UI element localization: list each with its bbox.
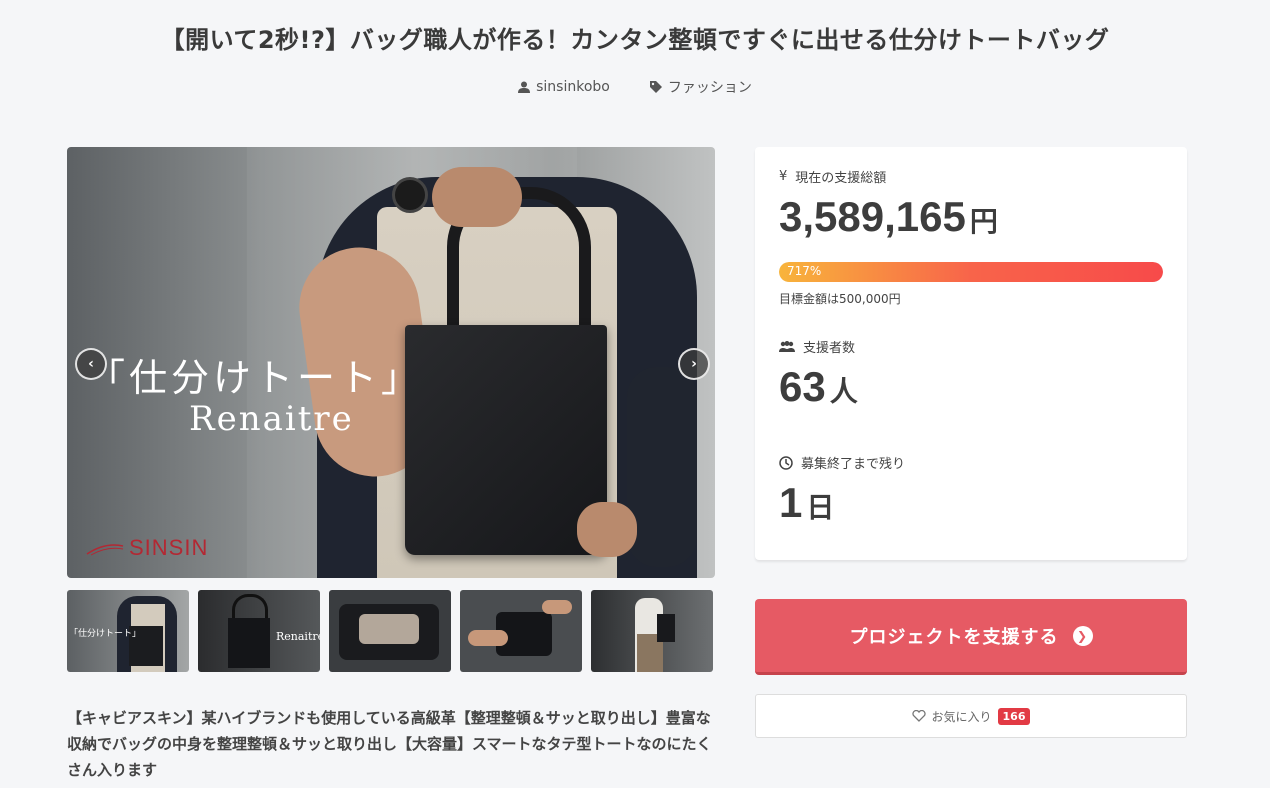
total-label-text: 現在の支援総額: [795, 171, 887, 186]
chevron-left-icon: ‹: [88, 356, 94, 372]
support-button-label: プロジェクトを支援する: [849, 626, 1059, 648]
hero-overlay-jp: 「仕分けトート」: [87, 356, 424, 400]
funding-card: ¥ 現在の支援総額 3,589,165 円 717% 目標金額は500,000円 …: [755, 147, 1187, 560]
brand-name: SINSIN: [129, 535, 209, 560]
hero-overlay-en: Renaitre: [189, 399, 354, 439]
backers-count: 63 人: [779, 363, 858, 411]
prev-slide-button[interactable]: ‹: [75, 348, 107, 380]
hero-watch: [392, 177, 428, 213]
backers-label-text: 支援者数: [803, 341, 856, 356]
remaining-label: 募集終了まで残り: [779, 453, 905, 472]
backers-count-unit: 人: [829, 375, 858, 408]
total-amount: 3,589,165 円: [779, 193, 998, 241]
thumbnail-4[interactable]: [460, 590, 582, 672]
thumbnail-3[interactable]: [329, 590, 451, 672]
remaining-count-unit: 日: [806, 491, 835, 524]
user-icon: [518, 81, 531, 93]
thumbnail-label: Renaitre: [276, 630, 320, 643]
remaining-count-value: 1: [779, 479, 803, 526]
thumbnail-5[interactable]: [591, 590, 713, 672]
hero-hand-lower: [577, 502, 637, 557]
backers-count-value: 63: [779, 363, 826, 410]
page-title: 【開いて2秒!?】バッグ職人が作る！カンタン整頓ですぐに出せる仕分けトートバッグ: [160, 26, 1110, 54]
category-name: ファッション: [667, 80, 752, 96]
hero-image: 「仕分けトート」 Renaitre SINSIN ‹ ›: [67, 147, 715, 578]
total-label: ¥ 現在の支援総額: [779, 167, 886, 186]
arrow-right-circle-icon: ❯: [1072, 625, 1093, 646]
favorite-button[interactable]: お気に入り 166: [755, 694, 1187, 738]
progress-fill: [779, 262, 1163, 282]
tag-icon: [649, 81, 662, 93]
favorite-label: お気に入り: [931, 709, 992, 724]
progress-bar: 717%: [779, 262, 1163, 282]
thumbnail-strip: 「仕分けトート」 Renaitre: [67, 590, 713, 672]
category-link[interactable]: ファッション: [649, 77, 752, 97]
goal-text: 目標金額は500,000円: [779, 292, 901, 306]
remaining-label-text: 募集終了まで残り: [801, 457, 906, 472]
support-project-button[interactable]: プロジェクトを支援する ❯: [755, 599, 1187, 675]
thumbnail-1[interactable]: 「仕分けトート」: [67, 590, 189, 672]
clock-icon: [779, 455, 793, 470]
total-amount-value: 3,589,165: [779, 193, 966, 240]
hero-hand: [432, 167, 522, 227]
heart-icon: [911, 710, 926, 722]
yen-icon: ¥: [779, 169, 788, 184]
backers-label: 支援者数: [779, 337, 855, 356]
hero-arm-right: [627, 367, 697, 567]
progress-percent: 717%: [787, 264, 822, 278]
chevron-right-icon: ›: [691, 356, 697, 372]
author-name: sinsinkobo: [536, 79, 610, 95]
thumbnail-label: 「仕分けトート」: [69, 629, 142, 639]
thumbnail-2[interactable]: Renaitre: [198, 590, 320, 672]
total-amount-unit: 円: [969, 205, 998, 238]
favorite-count-badge: 166: [997, 707, 1031, 725]
brand-logo: SINSIN: [85, 535, 208, 561]
users-icon: [779, 340, 795, 352]
author-link[interactable]: sinsinkobo: [518, 77, 610, 97]
next-slide-button[interactable]: ›: [678, 348, 710, 380]
swoosh-icon: [86, 544, 124, 556]
remaining-count: 1日: [779, 479, 834, 527]
project-description: 【キャビアスキン】某ハイブランドも使用している高級革【整理整頓＆サッと取り出し】…: [67, 709, 712, 779]
project-meta: sinsinkobo ファッション: [0, 77, 1270, 97]
